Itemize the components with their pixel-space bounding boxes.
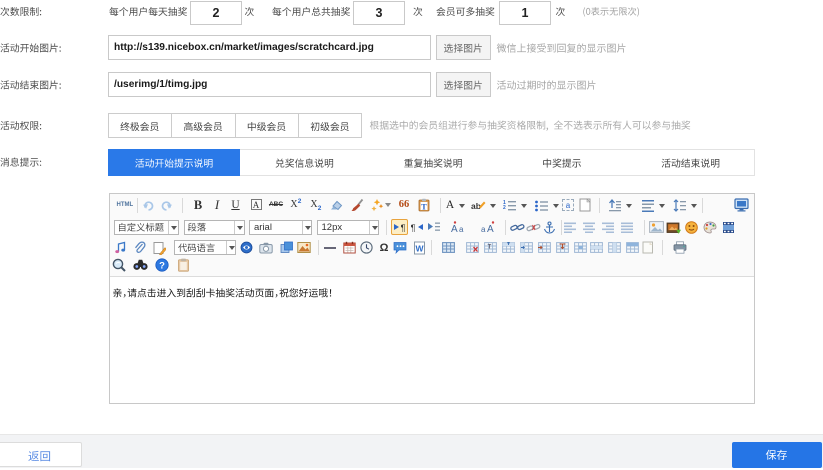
svg-text:ab: ab xyxy=(471,201,481,211)
svg-text:A: A xyxy=(451,224,458,234)
svg-text:T: T xyxy=(487,245,491,251)
svg-text:A: A xyxy=(487,224,494,234)
svg-text:T: T xyxy=(421,202,427,212)
svg-text:a: a xyxy=(459,225,464,234)
svg-text:a: a xyxy=(481,225,486,234)
svg-text:W: W xyxy=(415,243,424,253)
svg-text:2: 2 xyxy=(503,205,506,211)
svg-text:?: ? xyxy=(159,260,165,271)
